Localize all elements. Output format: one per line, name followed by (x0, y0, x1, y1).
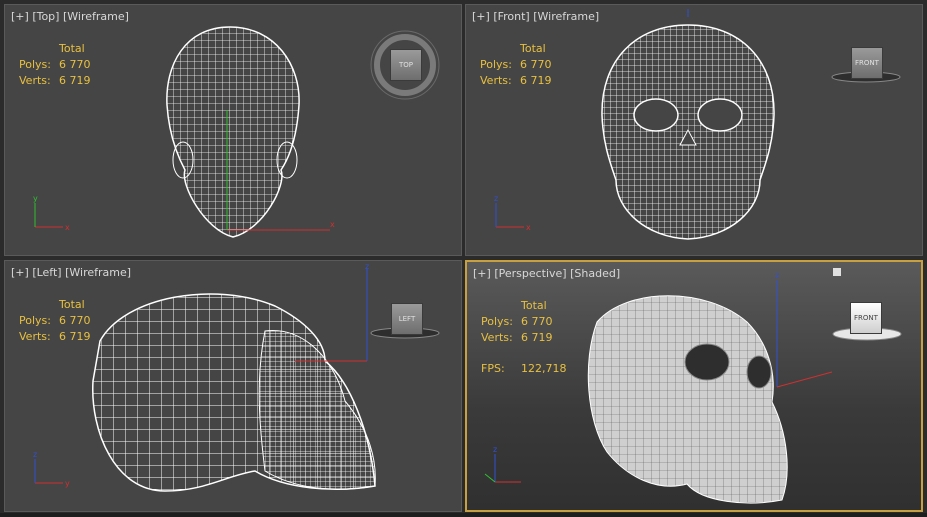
viewport-view-menu[interactable]: [Front] (493, 10, 529, 23)
polys-value: 6 770 (59, 314, 91, 327)
viewcube-front[interactable]: FRONT (851, 47, 883, 79)
viewcube-top[interactable]: TOP (390, 49, 422, 81)
viewport-view-menu[interactable]: [Top] (32, 10, 59, 23)
viewport-label-top: [+] [Top] [Wireframe] (11, 10, 129, 23)
viewport-menu-plus[interactable]: [+] (11, 10, 29, 23)
fps-value: 122,718 (521, 362, 567, 375)
viewport-front[interactable]: z x [+] [Front] [Wireframe] Total Polys:… (465, 4, 923, 256)
viewport-shading-menu[interactable]: [Wireframe] (65, 266, 131, 279)
stats-panel: Total Polys: 6 770 Verts: 6 719 (481, 298, 553, 346)
stats-panel: Total Polys: 6 770 Verts: 6 719 (19, 41, 91, 89)
svg-text:x: x (65, 223, 70, 232)
polys-label: Polys: (19, 314, 51, 327)
viewport-label-front: [+] [Front] [Wireframe] (472, 10, 599, 23)
verts-label: Verts: (480, 74, 512, 87)
verts-label: Verts: (19, 330, 51, 343)
stats-header: Total (59, 298, 85, 311)
stats-header: Total (59, 42, 85, 55)
viewcube-perspective[interactable]: FRONT (850, 302, 882, 334)
svg-text:z: z (493, 445, 497, 454)
viewport-menu-plus[interactable]: [+] (472, 10, 490, 23)
svg-text:z: z (775, 271, 779, 280)
verts-value: 6 719 (521, 331, 553, 344)
stats-header: Total (520, 42, 546, 55)
verts-label: Verts: (481, 331, 513, 344)
verts-value: 6 719 (520, 74, 552, 87)
viewport-view-menu[interactable]: [Left] (32, 266, 61, 279)
svg-text:z: z (365, 262, 369, 271)
viewport-menu-plus[interactable]: [+] (473, 267, 491, 280)
viewport-perspective[interactable]: z z [+] [Perspective] [Shaded] Total Pol… (465, 260, 923, 512)
viewport-label-left: [+] [Left] [Wireframe] (11, 266, 131, 279)
axis-y-label: y (33, 194, 38, 203)
verts-value: 6 719 (59, 74, 91, 87)
viewport-shading-menu[interactable]: [Wireframe] (533, 10, 599, 23)
svg-text:y: y (65, 479, 70, 488)
home-icon[interactable] (833, 268, 841, 276)
stats-panel: Total Polys: 6 770 Verts: 6 719 (19, 297, 91, 345)
svg-text:z: z (494, 194, 498, 203)
stats-panel: Total Polys: 6 770 Verts: 6 719 (480, 41, 552, 89)
polys-label: Polys: (480, 58, 512, 71)
svg-text:x: x (526, 223, 531, 232)
polys-value: 6 770 (520, 58, 552, 71)
viewport-view-menu[interactable]: [Perspective] (494, 267, 566, 280)
status-strip (0, 513, 927, 517)
verts-value: 6 719 (59, 330, 91, 343)
viewport-label-perspective: [+] [Perspective] [Shaded] (473, 267, 620, 280)
fps-readout: FPS: 122,718 (481, 362, 567, 375)
viewport-top[interactable]: x y x [+] [Top] [Wireframe] Total Polys:… (4, 4, 462, 256)
stats-header: Total (521, 299, 547, 312)
viewport-shading-menu[interactable]: [Wireframe] (63, 10, 129, 23)
polys-label: Polys: (19, 58, 51, 71)
fps-label: FPS: (481, 362, 505, 375)
viewcube-left[interactable]: LEFT (391, 303, 423, 335)
polys-value: 6 770 (59, 58, 91, 71)
viewport-left[interactable]: z y z [+] [Left] [Wireframe] Total Polys… (4, 260, 462, 512)
polys-value: 6 770 (521, 315, 553, 328)
polys-label: Polys: (481, 315, 513, 328)
verts-label: Verts: (19, 74, 51, 87)
viewport-shading-menu[interactable]: [Shaded] (570, 267, 620, 280)
svg-text:z: z (33, 450, 37, 459)
viewport-menu-plus[interactable]: [+] (11, 266, 29, 279)
axis-x-label: x (330, 220, 335, 229)
